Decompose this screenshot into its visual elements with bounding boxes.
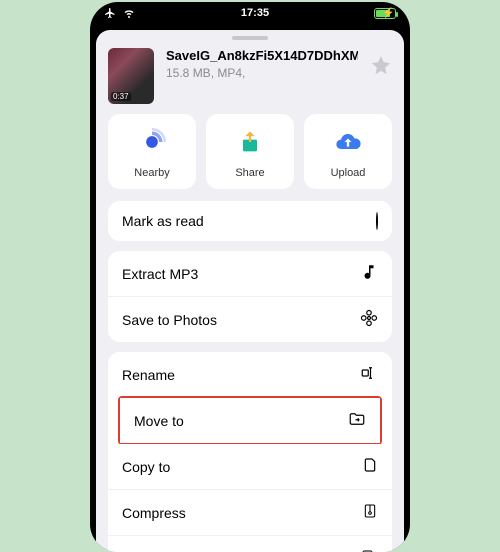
rename-icon [360, 364, 378, 385]
nearby-label: Nearby [134, 167, 169, 179]
duplicate-row[interactable]: Duplicate [108, 535, 392, 552]
clock: 17:35 [241, 7, 269, 19]
duplicate-icon [360, 548, 378, 552]
compress-row[interactable]: Compress [108, 489, 392, 535]
share-icon [236, 128, 264, 161]
share-tile[interactable]: Share [206, 114, 294, 189]
nearby-tile[interactable]: Nearby [108, 114, 196, 189]
music-note-icon [360, 263, 378, 284]
save-to-photos-label: Save to Photos [122, 312, 217, 328]
video-thumbnail[interactable]: 0:37 [108, 48, 154, 104]
upload-tile[interactable]: Upload [304, 114, 392, 189]
favorite-star-icon[interactable] [370, 54, 392, 81]
save-to-photos-row[interactable]: Save to Photos [108, 296, 392, 342]
quick-action-tiles: Nearby Share Upload [96, 114, 404, 201]
group-file-ops: Rename Move to Copy to [108, 352, 392, 552]
nearby-icon [138, 128, 166, 161]
extract-mp3-row[interactable]: Extract MP3 [108, 251, 392, 296]
file-meta: 15.8 MB, MP4, [166, 66, 358, 80]
video-duration: 0:37 [111, 92, 131, 101]
circle-outline-icon [376, 213, 378, 229]
group-read: Mark as read [108, 201, 392, 241]
move-to-label: Move to [134, 413, 184, 429]
upload-label: Upload [331, 167, 366, 179]
move-to-row[interactable]: Move to [120, 398, 380, 443]
move-to-highlight: Move to [118, 396, 382, 445]
rename-label: Rename [122, 367, 175, 383]
sheet-grabber[interactable] [232, 36, 268, 40]
mark-as-read-label: Mark as read [122, 213, 204, 229]
zip-icon [362, 502, 378, 523]
action-sheet: 0:37 SaveIG_An8kzFi5X14D7DDhXMphRfwQ_Dte… [96, 30, 404, 552]
document-icon [362, 456, 378, 477]
copy-to-row[interactable]: Copy to [108, 444, 392, 489]
mark-as-read-row[interactable]: Mark as read [108, 201, 392, 241]
share-label: Share [235, 167, 264, 179]
group-media: Extract MP3 Save to Photos [108, 251, 392, 342]
wifi-icon [122, 7, 136, 19]
copy-to-label: Copy to [122, 459, 170, 475]
rename-row[interactable]: Rename [108, 352, 392, 397]
status-bar: 17:35 ⚡ [90, 2, 410, 24]
extract-mp3-label: Extract MP3 [122, 266, 198, 282]
airplane-icon [104, 7, 116, 19]
file-name: SaveIG_An8kzFi5X14D7DDhXMphRfwQ_DteM6vka… [166, 48, 358, 64]
compress-label: Compress [122, 505, 186, 521]
cloud-upload-icon [333, 128, 363, 161]
battery-icon: ⚡ [374, 8, 396, 19]
photos-flower-icon [360, 309, 378, 330]
phone-frame: 17:35 ⚡ 0:37 SaveIG_An8kzFi5X14D7DDhXMph… [90, 2, 410, 552]
folder-move-icon [348, 410, 366, 431]
file-header: 0:37 SaveIG_An8kzFi5X14D7DDhXMphRfwQ_Dte… [96, 48, 404, 114]
